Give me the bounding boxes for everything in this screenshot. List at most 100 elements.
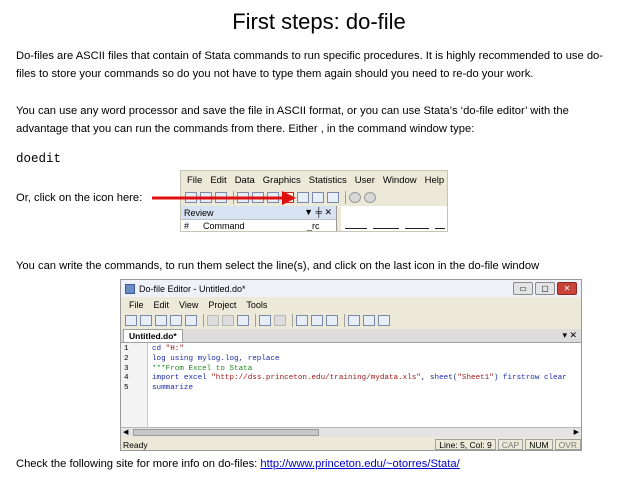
editor-menu-tools[interactable]: Tools [246, 300, 267, 310]
scroll-left-icon[interactable]: ◀ [123, 428, 128, 436]
data-browser-icon[interactable] [312, 192, 324, 203]
code-token: ***From Excel to Stata [152, 364, 253, 373]
red-arrow-icon [152, 191, 296, 205]
print-icon[interactable] [170, 315, 182, 326]
execute-icon[interactable] [363, 315, 375, 326]
scroll-right-icon[interactable]: ▶ [574, 428, 579, 436]
line-number: 3 [124, 364, 129, 373]
editor-menu-view[interactable]: View [179, 300, 198, 310]
menu-statistics[interactable]: Statistics [309, 175, 347, 186]
status-position: Line: 5, Col: 9 [435, 439, 496, 450]
code-area[interactable]: 1 cd "H:" 2 log using mylog.log, replace 3 **… [121, 343, 581, 427]
doedit-command: doedit [16, 152, 62, 166]
code-token: ) firstrow clear [493, 374, 567, 383]
editor-title: Do-file Editor - Untitled.do* [139, 283, 246, 294]
status-ready: Ready [123, 439, 148, 450]
editor-menubar: File Edit View Project Tools [121, 297, 581, 312]
review-col-command: Command [203, 221, 245, 231]
line-code: summarize [152, 384, 193, 392]
review-controls[interactable]: ▼ ╪ ✕ [304, 207, 332, 218]
find-icon[interactable] [185, 315, 197, 326]
menu-file[interactable]: File [187, 175, 202, 186]
do-icon[interactable] [378, 315, 390, 326]
toolbar-separator [292, 314, 293, 327]
footer-text: Check the following site for more info o… [16, 458, 261, 470]
close-button[interactable]: ✕ [557, 282, 577, 295]
code-token: import excel [152, 374, 212, 383]
footer-link[interactable]: http://www.princeton.edu/~otorres/Stata/ [260, 458, 459, 470]
undo-icon[interactable] [259, 315, 271, 326]
review-header: Review ▼ ╪ ✕ [181, 206, 336, 219]
editor-titlebar: Do-file Editor - Untitled.do* ▭ ▢ ✕ [121, 280, 581, 297]
cut-icon[interactable] [207, 315, 219, 326]
minimize-button[interactable]: ▭ [513, 282, 533, 295]
redo-icon[interactable] [274, 315, 286, 326]
review-col-rc: _rc [307, 221, 320, 231]
horizontal-scrollbar[interactable]: ◀ ▶ [121, 427, 581, 437]
editor-menu-project[interactable]: Project [208, 300, 236, 310]
slide-title: First steps: do-file [232, 9, 406, 34]
tab-untitled[interactable]: Untitled.do* [123, 329, 183, 342]
editor-toolbar [121, 312, 581, 329]
new-file-icon[interactable] [125, 315, 137, 326]
editor-statusbar: Ready Line: 5, Col: 9 CAP NUM OVR [121, 438, 581, 450]
status-cap: CAP [497, 439, 524, 450]
review-col-number: # [184, 221, 190, 231]
review-pane: Review ▼ ╪ ✕ # Command _rc [181, 206, 337, 231]
more-icon[interactable] [349, 192, 361, 203]
shift-left-icon[interactable] [296, 315, 308, 326]
toolbar-separator [344, 314, 345, 327]
intro-paragraph: Do-files are ASCII files that contain of… [16, 50, 604, 80]
run-icon[interactable] [348, 315, 360, 326]
toolbar-separator [345, 191, 346, 204]
review-title: Review [184, 207, 214, 218]
code-token: cd [152, 345, 166, 353]
menu-user[interactable]: User [355, 175, 375, 186]
results-pane [341, 206, 447, 231]
code-token: , sheet( [420, 374, 458, 383]
footer-note: Check the following site for more info o… [16, 455, 622, 473]
line-code: import excel "http://dss.princeton.edu/t… [152, 374, 567, 382]
results-rule [405, 228, 429, 229]
menu-graphics[interactable]: Graphics [263, 175, 301, 186]
line-number: 1 [124, 345, 129, 353]
code-token: log using mylog.log, replace [152, 354, 280, 363]
line-code: cd "H:" [152, 345, 184, 353]
save-file-icon[interactable] [155, 315, 167, 326]
stata-menubar: File Edit Data Graphics Statistics User … [181, 171, 447, 189]
code-token: "http://dss.princeton.edu/training/mydat… [211, 374, 421, 383]
bookmark-icon[interactable] [326, 315, 338, 326]
editor-menu-edit[interactable]: Edit [154, 300, 170, 310]
editor-tabbar: Untitled.do* ▾ ✕ [121, 329, 581, 343]
menu-data[interactable]: Data [235, 175, 255, 186]
editor-menu-file[interactable]: File [129, 300, 144, 310]
line-code: log using mylog.log, replace [152, 355, 280, 363]
maximize-button[interactable]: ▢ [535, 282, 555, 295]
menu-window[interactable]: Window [383, 175, 417, 186]
copy-icon[interactable] [222, 315, 234, 326]
break-icon[interactable] [364, 192, 376, 203]
results-rule [373, 228, 399, 229]
open-file-icon[interactable] [140, 315, 152, 326]
code-token: "Sheet1" [457, 374, 494, 383]
run-instruction: You can write the commands, to run them … [16, 260, 540, 272]
code-token: summarize [152, 384, 194, 393]
editor-paragraph: You can use any word processor and save … [16, 105, 569, 135]
window-controls: ▭ ▢ ✕ [511, 282, 577, 295]
code-token: "H:" [165, 345, 184, 353]
status-ovr: OVR [554, 439, 581, 450]
menu-edit[interactable]: Edit [210, 175, 226, 186]
shift-right-icon[interactable] [311, 315, 323, 326]
menu-help[interactable]: Help [425, 175, 445, 186]
toolbar-separator [255, 314, 256, 327]
results-rule [345, 228, 367, 229]
review-columns: # Command _rc [181, 219, 336, 231]
dofile-editor-window: Do-file Editor - Untitled.do* ▭ ▢ ✕ File… [120, 279, 582, 451]
line-code: ***From Excel to Stata [152, 365, 252, 373]
variables-manager-icon[interactable] [327, 192, 339, 203]
status-num: NUM [525, 439, 553, 450]
line-number: 4 [124, 374, 129, 383]
tab-controls[interactable]: ▾ ✕ [562, 330, 577, 341]
paste-icon[interactable] [237, 315, 249, 326]
scroll-thumb[interactable] [133, 429, 319, 436]
